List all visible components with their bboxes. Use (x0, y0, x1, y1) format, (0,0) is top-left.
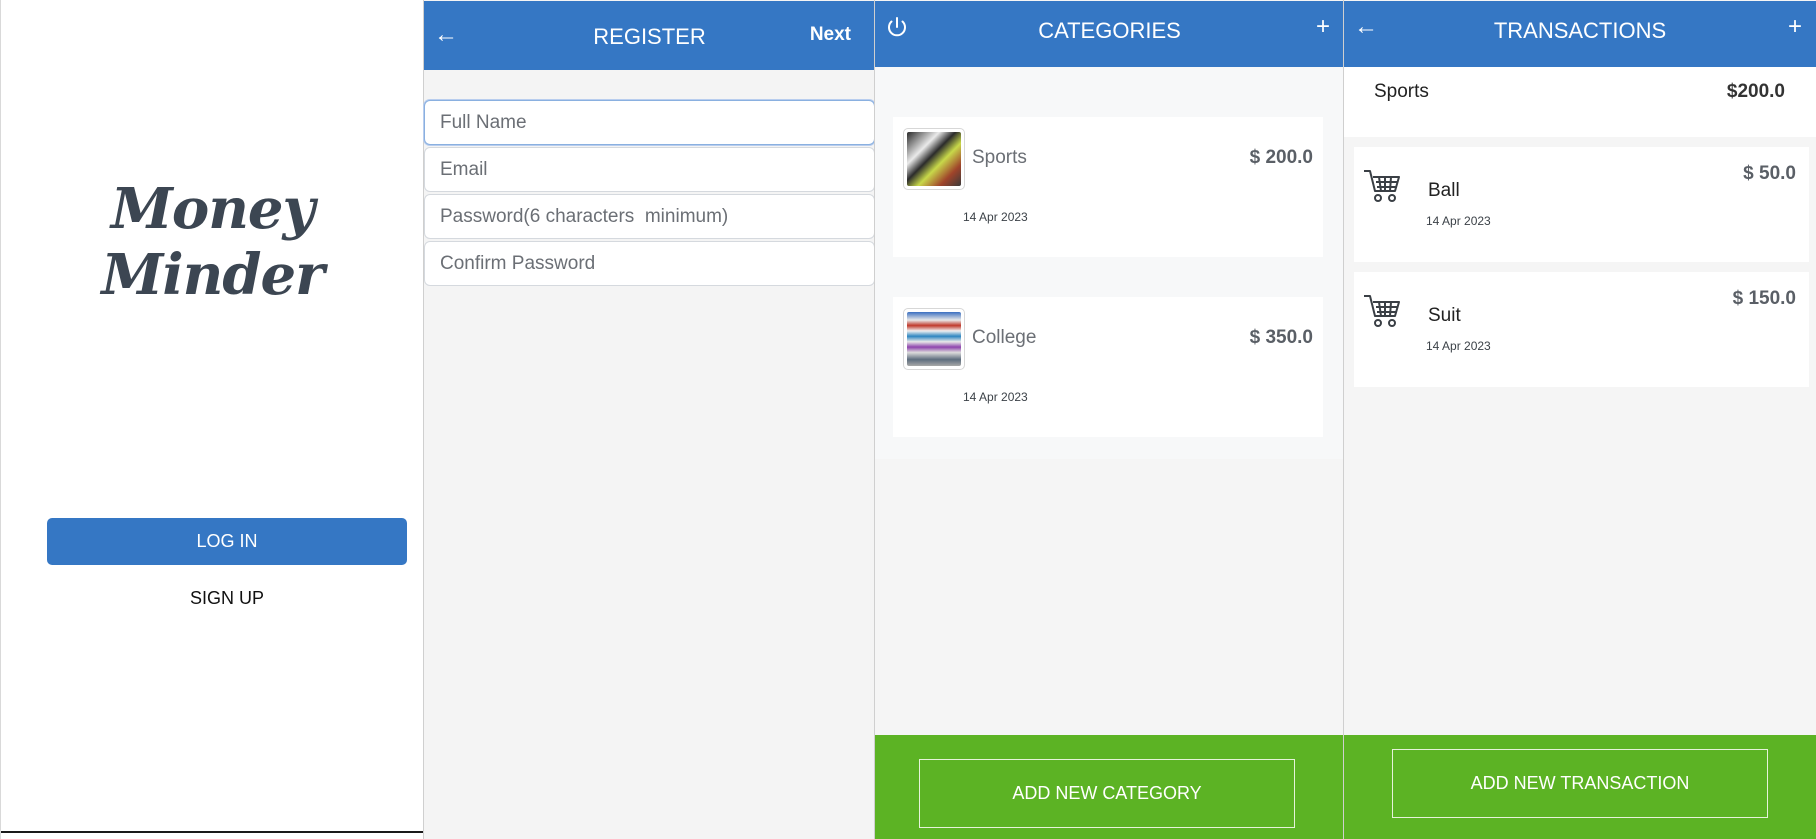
transactions-footer: ADD NEW TRANSACTION (1344, 735, 1816, 839)
transaction-amount: $ 50.0 (1743, 163, 1796, 184)
password-field[interactable] (424, 194, 875, 239)
full-name-field[interactable] (424, 100, 875, 145)
splash-screen: Money Minder LOG IN SIGN UP (0, 0, 451, 839)
transaction-name: Suit (1428, 305, 1461, 326)
summary-category-total: $200.0 (1726, 81, 1785, 102)
add-transaction-button[interactable]: ADD NEW TRANSACTION (1392, 749, 1768, 818)
plus-icon[interactable]: + (1788, 15, 1802, 39)
categories-header: CATEGORIES + (875, 1, 1344, 67)
email-field[interactable] (424, 147, 875, 192)
register-form (424, 100, 875, 288)
categories-screen: CATEGORIES + Sports $ 200.0 14 Apr 2023 … (874, 0, 1344, 839)
register-screen: ← REGISTER Next (423, 0, 875, 839)
next-button[interactable]: Next (810, 25, 851, 44)
login-button[interactable]: LOG IN (47, 518, 407, 565)
category-list: Sports $ 200.0 14 Apr 2023 College $ 350… (875, 67, 1344, 459)
transaction-amount: $ 150.0 (1732, 288, 1796, 309)
page-title: TRANSACTIONS (1493, 18, 1667, 43)
transaction-name: Ball (1428, 180, 1460, 201)
category-card-sports[interactable]: Sports $ 200.0 14 Apr 2023 (893, 117, 1323, 257)
cart-icon (1364, 295, 1400, 327)
page-title: CATEGORIES (1038, 18, 1181, 43)
transactions-screen: ← TRANSACTIONS + Sports $200.0 Ball 14 A… (1343, 0, 1816, 839)
page-title: REGISTER (593, 24, 706, 49)
transactions-header: ← TRANSACTIONS + (1344, 1, 1816, 67)
add-category-button[interactable]: ADD NEW CATEGORY (919, 759, 1295, 828)
category-summary: Sports $200.0 (1344, 67, 1816, 137)
transaction-row-suit[interactable]: Suit 14 Apr 2023 $ 150.0 (1354, 272, 1809, 387)
summary-category-name: Sports (1374, 81, 1429, 102)
category-thumbnail (903, 128, 965, 190)
category-name: College (972, 327, 1037, 348)
transaction-row-ball[interactable]: Ball 14 Apr 2023 $ 50.0 (1354, 147, 1809, 262)
transaction-date: 14 Apr 2023 (1426, 339, 1491, 353)
cart-icon (1364, 170, 1400, 202)
app-logo: Money Minder (101, 176, 324, 308)
categories-footer: ADD NEW CATEGORY (875, 735, 1344, 839)
confirm-password-field[interactable] (424, 241, 875, 286)
category-amount: $ 350.0 (1249, 327, 1313, 348)
divider (1, 831, 451, 833)
category-date: 14 Apr 2023 (963, 390, 1028, 404)
category-name: Sports (972, 147, 1027, 168)
plus-icon[interactable]: + (1316, 15, 1330, 39)
app-screens: Money Minder LOG IN SIGN UP ← REGISTER N… (0, 0, 1816, 839)
category-thumbnail (903, 308, 965, 370)
transaction-date: 14 Apr 2023 (1426, 214, 1491, 228)
category-date: 14 Apr 2023 (963, 210, 1028, 224)
category-card-college[interactable]: College $ 350.0 14 Apr 2023 (893, 297, 1323, 437)
category-amount: $ 200.0 (1249, 147, 1313, 168)
signup-button[interactable]: SIGN UP (47, 583, 407, 613)
register-header: ← REGISTER Next (424, 1, 875, 70)
